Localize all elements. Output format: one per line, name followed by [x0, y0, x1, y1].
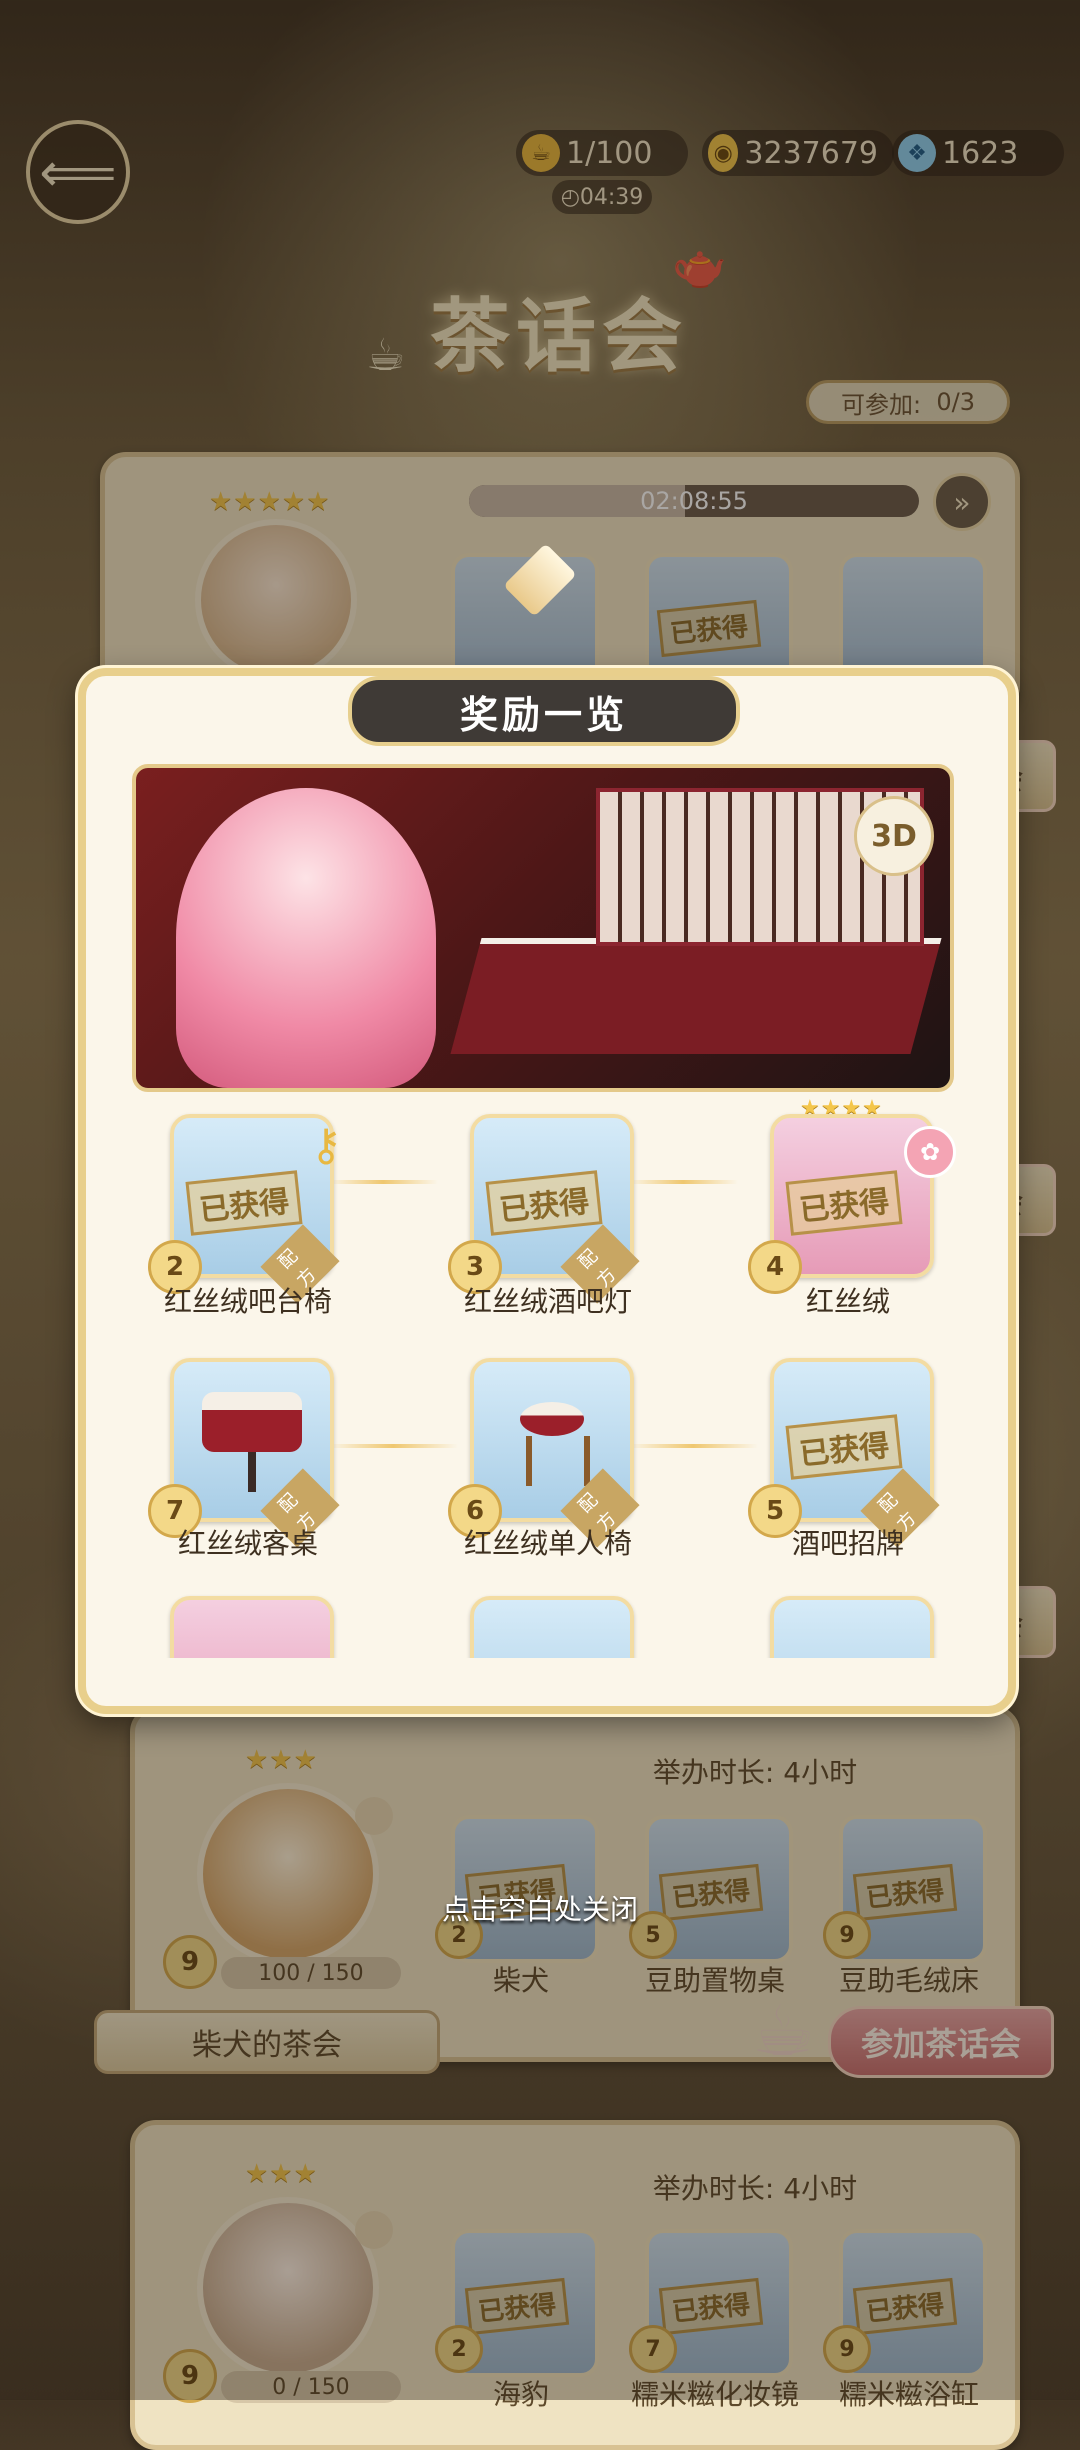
cake-table-icon	[202, 1392, 302, 1452]
key-icon: ⚷	[310, 1120, 343, 1171]
reward-name: 红丝绒单人椅	[463, 1527, 632, 1560]
tap-to-close-hint: 点击空白处关闭	[441, 1893, 638, 1926]
reward-name: 红丝绒	[805, 1285, 890, 1318]
reward-name: 红丝绒酒吧灯	[463, 1285, 632, 1318]
path-arrow	[628, 1444, 758, 1448]
modal-title: 奖励一览	[348, 676, 740, 746]
reward-item[interactable]	[470, 1596, 634, 1658]
reward-item[interactable]	[170, 1596, 334, 1658]
path-arrow	[328, 1444, 458, 1448]
stool-icon	[520, 1402, 584, 1436]
reward-name: 红丝绒客桌	[177, 1527, 318, 1560]
ribbon-badge-icon: ✿	[904, 1126, 956, 1178]
reward-item[interactable]	[770, 1596, 934, 1658]
character-illustration	[176, 788, 436, 1088]
cake-bar-counter	[450, 938, 942, 1054]
reward-name: 酒吧招牌	[791, 1527, 904, 1560]
path-arrow	[328, 1180, 438, 1184]
view-3d-button[interactable]: 3D	[854, 796, 934, 876]
reward-banner-image[interactable]: 3D	[132, 764, 954, 1092]
path-arrow	[628, 1180, 738, 1184]
reward-row-partial: ★★★★	[86, 1594, 994, 1658]
reward-name: 红丝绒吧台椅	[163, 1285, 332, 1318]
